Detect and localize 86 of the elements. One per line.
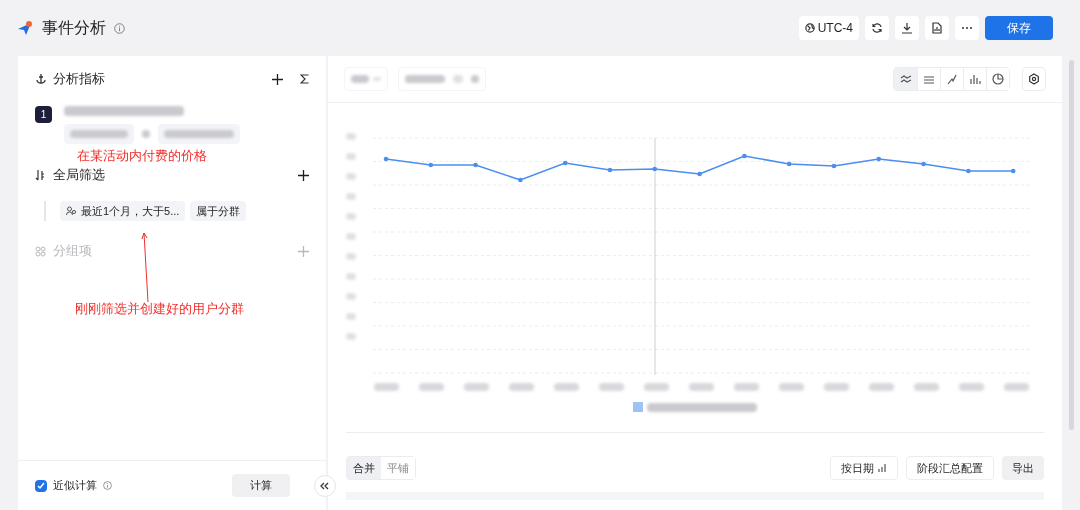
redacted-text bbox=[345, 133, 356, 140]
redacted-text bbox=[142, 130, 150, 138]
redacted-text bbox=[823, 383, 849, 391]
compute-button[interactable]: 计算 bbox=[231, 474, 290, 497]
timezone-button[interactable]: UTC-4 bbox=[798, 16, 859, 40]
add-icon[interactable] bbox=[271, 73, 283, 85]
redacted-text bbox=[373, 383, 399, 391]
redacted-text bbox=[958, 383, 984, 391]
redacted-text bbox=[345, 253, 356, 260]
redacted-text bbox=[345, 233, 356, 240]
pie-chart-icon bbox=[992, 73, 1004, 85]
redacted-text bbox=[470, 75, 479, 83]
redacted-text bbox=[345, 213, 356, 220]
users-icon bbox=[66, 206, 77, 216]
area-chart-icon bbox=[923, 73, 935, 85]
download-icon bbox=[901, 22, 913, 34]
redacted-text bbox=[345, 313, 356, 320]
chart-type-tab[interactable] bbox=[986, 68, 1009, 90]
redacted-text bbox=[913, 383, 939, 391]
view-tab[interactable]: 合并 bbox=[346, 457, 381, 479]
more-button[interactable] bbox=[955, 16, 979, 40]
more-icon bbox=[961, 26, 973, 30]
section-title: 分析指标 bbox=[53, 70, 105, 88]
stage-config-button[interactable]: 阶段汇总配置 bbox=[906, 456, 994, 480]
info-icon[interactable] bbox=[103, 481, 112, 490]
double-chevron-icon bbox=[320, 481, 330, 490]
redacted-text bbox=[778, 383, 804, 391]
redacted-text bbox=[418, 383, 444, 391]
bar-chart-icon bbox=[878, 464, 887, 472]
redacted-text bbox=[868, 383, 894, 391]
chart-type-tab[interactable] bbox=[894, 68, 917, 90]
redacted-text bbox=[345, 293, 356, 300]
redacted-text bbox=[404, 75, 445, 83]
line-chart-icon bbox=[899, 73, 912, 85]
redacted-text bbox=[598, 383, 624, 391]
globe-icon bbox=[804, 23, 815, 33]
refresh-icon bbox=[871, 22, 883, 34]
download-button[interactable] bbox=[895, 16, 919, 40]
redacted-text bbox=[463, 383, 489, 391]
settings-button[interactable] bbox=[1022, 67, 1046, 91]
redacted-text bbox=[345, 193, 356, 200]
filter-operator[interactable]: 属于分群 bbox=[190, 201, 247, 221]
anchor-icon bbox=[35, 73, 47, 85]
grid-icon bbox=[35, 245, 46, 257]
report-button[interactable] bbox=[925, 16, 949, 40]
redacted-text bbox=[643, 383, 669, 391]
approx-checkbox[interactable] bbox=[35, 479, 47, 492]
redacted-text bbox=[688, 383, 714, 391]
sort-icon bbox=[35, 169, 45, 181]
settings-icon bbox=[1028, 73, 1040, 85]
filter-condition[interactable]: 最近1个月，大于5... bbox=[60, 201, 186, 221]
redacted-text bbox=[345, 173, 356, 180]
redacted-text bbox=[70, 130, 128, 138]
export-button[interactable]: 导出 bbox=[1002, 456, 1044, 480]
redacted-text bbox=[345, 273, 356, 280]
redacted-text bbox=[164, 130, 234, 138]
info-icon[interactable] bbox=[114, 22, 125, 34]
report-icon bbox=[931, 22, 943, 34]
page-title: 事件分析 bbox=[42, 18, 106, 38]
refresh-button[interactable] bbox=[865, 16, 889, 40]
bar-chart-icon bbox=[969, 73, 981, 85]
redacted-text bbox=[508, 383, 534, 391]
redacted-text bbox=[345, 333, 356, 340]
scrollbar[interactable] bbox=[1068, 60, 1074, 430]
check-icon bbox=[37, 481, 45, 490]
annotation-arrow bbox=[141, 231, 151, 303]
rocket-icon bbox=[17, 20, 33, 36]
redacted-text bbox=[452, 75, 463, 83]
annotation-text: 刚刚筛选并创建好的用户分群 bbox=[75, 300, 245, 318]
add-icon[interactable] bbox=[297, 169, 309, 181]
redacted-text bbox=[553, 383, 579, 391]
legend-swatch bbox=[632, 402, 643, 412]
save-button[interactable]: 保存 bbox=[985, 16, 1053, 40]
redacted-text bbox=[345, 153, 356, 160]
approx-label: 近似计算 bbox=[53, 478, 97, 494]
by-date-button[interactable]: 按日期 bbox=[830, 456, 898, 480]
redacted-text bbox=[1003, 383, 1029, 391]
sum-icon[interactable] bbox=[299, 74, 309, 84]
metric-index: 1 bbox=[35, 106, 52, 123]
collapse-button[interactable] bbox=[313, 474, 336, 497]
redacted-text bbox=[733, 383, 759, 391]
section-title: 分组项 bbox=[53, 242, 92, 260]
redacted-text bbox=[350, 75, 369, 83]
scatter-chart-icon bbox=[946, 73, 958, 85]
section-title: 全局筛选 bbox=[53, 166, 105, 184]
annotation-text: 在某活动内付费的价格 bbox=[77, 147, 208, 165]
